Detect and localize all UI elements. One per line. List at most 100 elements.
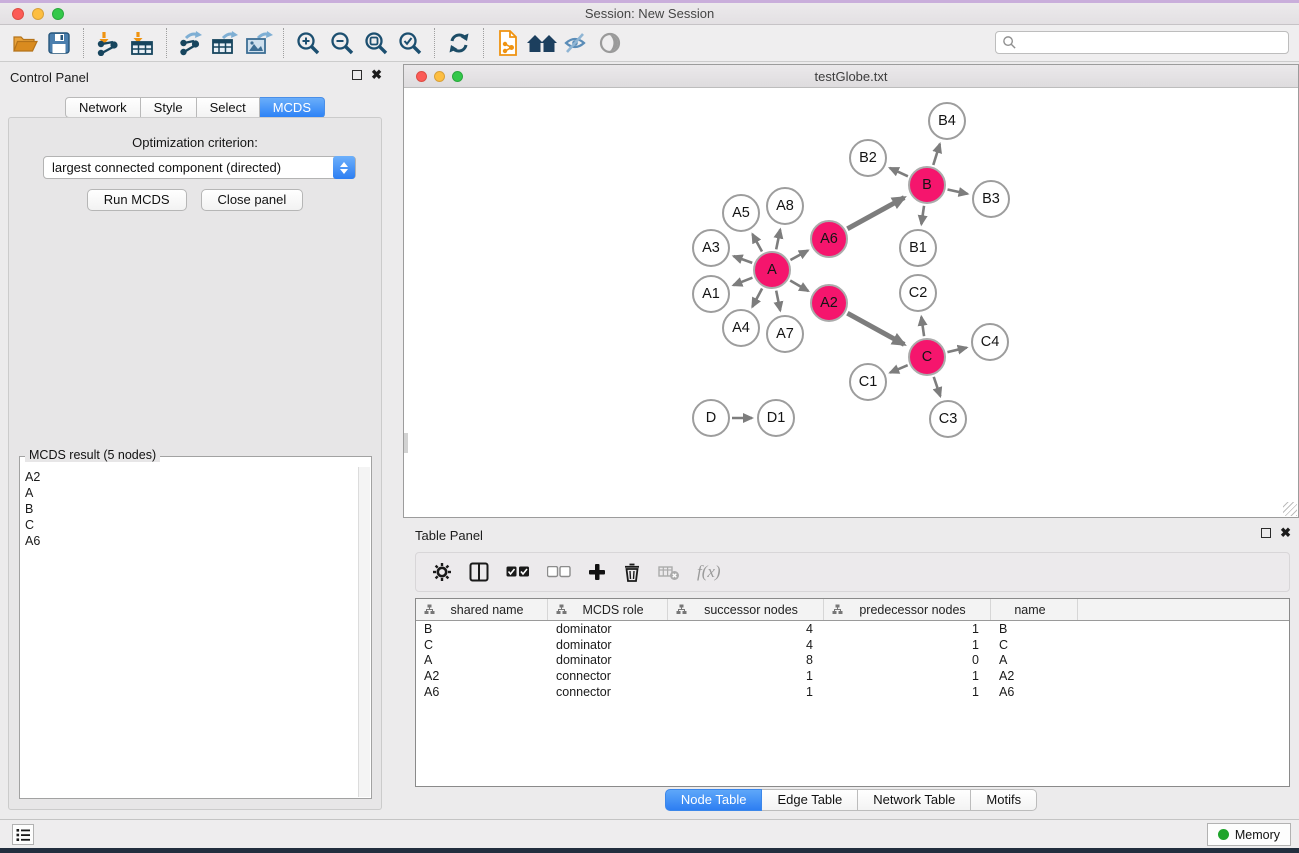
result-list-item[interactable]: C	[25, 517, 358, 533]
graph-node-C1[interactable]: C1	[849, 363, 887, 401]
result-list-item[interactable]: A6	[25, 533, 358, 549]
table-cell-predecessor[interactable]: 1	[824, 669, 991, 683]
graph-node-B[interactable]: B	[908, 166, 946, 204]
table-row[interactable]: Adominator80A	[416, 653, 1289, 669]
tab-network-table[interactable]: Network Table	[858, 789, 971, 811]
result-list-item[interactable]: A2	[25, 469, 358, 485]
tab-node-table[interactable]: Node Table	[665, 789, 763, 811]
export-table-button[interactable]	[208, 27, 242, 59]
import-table-button[interactable]	[125, 27, 159, 59]
graph-node-D[interactable]: D	[692, 399, 730, 437]
graph-node-A2[interactable]: A2	[810, 284, 848, 322]
table-cell-name[interactable]: A2	[991, 669, 1078, 683]
network-close-button[interactable]	[416, 71, 427, 82]
column-header-name[interactable]: name	[991, 599, 1078, 620]
show-panel-button[interactable]	[593, 27, 627, 59]
add-column-button[interactable]	[588, 560, 606, 584]
task-history-button[interactable]	[12, 824, 34, 845]
close-panel-button[interactable]: Close panel	[201, 189, 304, 211]
close-panel-icon[interactable]: ✖	[1280, 528, 1291, 538]
table-cell-mcds_role[interactable]: connector	[548, 685, 668, 699]
network-zoom-button[interactable]	[452, 71, 463, 82]
window-resize-grip[interactable]	[1283, 502, 1297, 516]
table-cell-predecessor[interactable]: 1	[824, 622, 991, 636]
graph-node-B3[interactable]: B3	[972, 180, 1010, 218]
tab-style[interactable]: Style	[141, 97, 197, 118]
table-row[interactable]: A6connector11A6	[416, 684, 1289, 700]
table-cell-mcds_role[interactable]: connector	[548, 669, 668, 683]
graph-node-A3[interactable]: A3	[692, 229, 730, 267]
float-panel-icon[interactable]	[352, 70, 362, 80]
result-list-scrollbar[interactable]	[358, 467, 370, 797]
graph-node-C[interactable]: C	[908, 338, 946, 376]
zoom-selected-button[interactable]	[393, 27, 427, 59]
function-builder-button[interactable]: f(x)	[697, 560, 721, 584]
float-panel-icon[interactable]	[1261, 528, 1271, 538]
table-cell-successor[interactable]: 4	[668, 622, 824, 636]
graph-node-A4[interactable]: A4	[722, 309, 760, 347]
zoom-out-button[interactable]	[325, 27, 359, 59]
open-session-button[interactable]	[8, 27, 42, 59]
table-cell-shared_name[interactable]: A	[416, 653, 548, 667]
delete-columns-button[interactable]	[623, 560, 641, 584]
search-field[interactable]	[995, 31, 1289, 54]
criterion-dropdown[interactable]: largest connected component (directed)	[43, 156, 356, 179]
table-cell-name[interactable]: B	[991, 622, 1078, 636]
table-cell-mcds_role[interactable]: dominator	[548, 638, 668, 652]
graph-node-C3[interactable]: C3	[929, 400, 967, 438]
tab-select[interactable]: Select	[197, 97, 260, 118]
mcds-result-list[interactable]: A2ABCA6	[21, 467, 358, 797]
table-row[interactable]: A2connector11A2	[416, 668, 1289, 684]
run-mcds-button[interactable]: Run MCDS	[87, 189, 187, 211]
tab-mcds[interactable]: MCDS	[260, 97, 325, 118]
column-header-shared-name[interactable]: shared name	[416, 599, 548, 620]
home-button[interactable]	[525, 27, 559, 59]
hide-panels-button[interactable]	[559, 27, 593, 59]
table-cell-shared_name[interactable]: A6	[416, 685, 548, 699]
table-cell-name[interactable]: C	[991, 638, 1078, 652]
table-cell-mcds_role[interactable]: dominator	[548, 622, 668, 636]
table-cell-successor[interactable]: 4	[668, 638, 824, 652]
graph-node-B2[interactable]: B2	[849, 139, 887, 177]
graph-node-D1[interactable]: D1	[757, 399, 795, 437]
table-cell-predecessor[interactable]: 1	[824, 638, 991, 652]
graph-node-A7[interactable]: A7	[766, 315, 804, 353]
search-input[interactable]	[1017, 33, 1288, 52]
graph-node-C4[interactable]: C4	[971, 323, 1009, 361]
network-canvas[interactable]: B4B2BB3A8A5A6A3B1AC2A1A2A4A7C4CC1C3DD1	[404, 88, 1298, 517]
graph-node-B4[interactable]: B4	[928, 102, 966, 140]
column-header-successor-nodes[interactable]: successor nodes	[668, 599, 824, 620]
graph-node-B1[interactable]: B1	[899, 229, 937, 267]
splitter-handle[interactable]	[404, 433, 408, 453]
memory-button[interactable]: Memory	[1207, 823, 1291, 846]
column-header-predecessor-nodes[interactable]: predecessor nodes	[824, 599, 991, 620]
zoom-fit-button[interactable]	[359, 27, 393, 59]
table-cell-shared_name[interactable]: B	[416, 622, 548, 636]
table-cell-shared_name[interactable]: A2	[416, 669, 548, 683]
graph-node-A5[interactable]: A5	[722, 194, 760, 232]
table-cell-name[interactable]: A	[991, 653, 1078, 667]
table-cell-shared_name[interactable]: C	[416, 638, 548, 652]
network-minimize-button[interactable]	[434, 71, 445, 82]
tab-edge-table[interactable]: Edge Table	[762, 789, 858, 811]
table-cell-predecessor[interactable]: 1	[824, 685, 991, 699]
table-cell-predecessor[interactable]: 0	[824, 653, 991, 667]
graph-node-C2[interactable]: C2	[899, 274, 937, 312]
table-cell-name[interactable]: A6	[991, 685, 1078, 699]
tab-motifs[interactable]: Motifs	[971, 789, 1037, 811]
refresh-layout-button[interactable]	[442, 27, 476, 59]
zoom-in-button[interactable]	[291, 27, 325, 59]
table-cell-mcds_role[interactable]: dominator	[548, 653, 668, 667]
close-panel-icon[interactable]: ✖	[371, 70, 382, 80]
tab-network[interactable]: Network	[65, 97, 141, 118]
table-row[interactable]: Bdominator41B	[416, 621, 1289, 637]
column-header-mcds-role[interactable]: MCDS role	[548, 599, 668, 620]
graph-node-A1[interactable]: A1	[692, 275, 730, 313]
graph-node-A[interactable]: A	[753, 251, 791, 289]
graph-node-A6[interactable]: A6	[810, 220, 848, 258]
export-network-button[interactable]	[174, 27, 208, 59]
save-session-button[interactable]	[42, 27, 76, 59]
import-network-button[interactable]	[91, 27, 125, 59]
table-cell-successor[interactable]: 1	[668, 669, 824, 683]
table-row[interactable]: Cdominator41C	[416, 637, 1289, 653]
